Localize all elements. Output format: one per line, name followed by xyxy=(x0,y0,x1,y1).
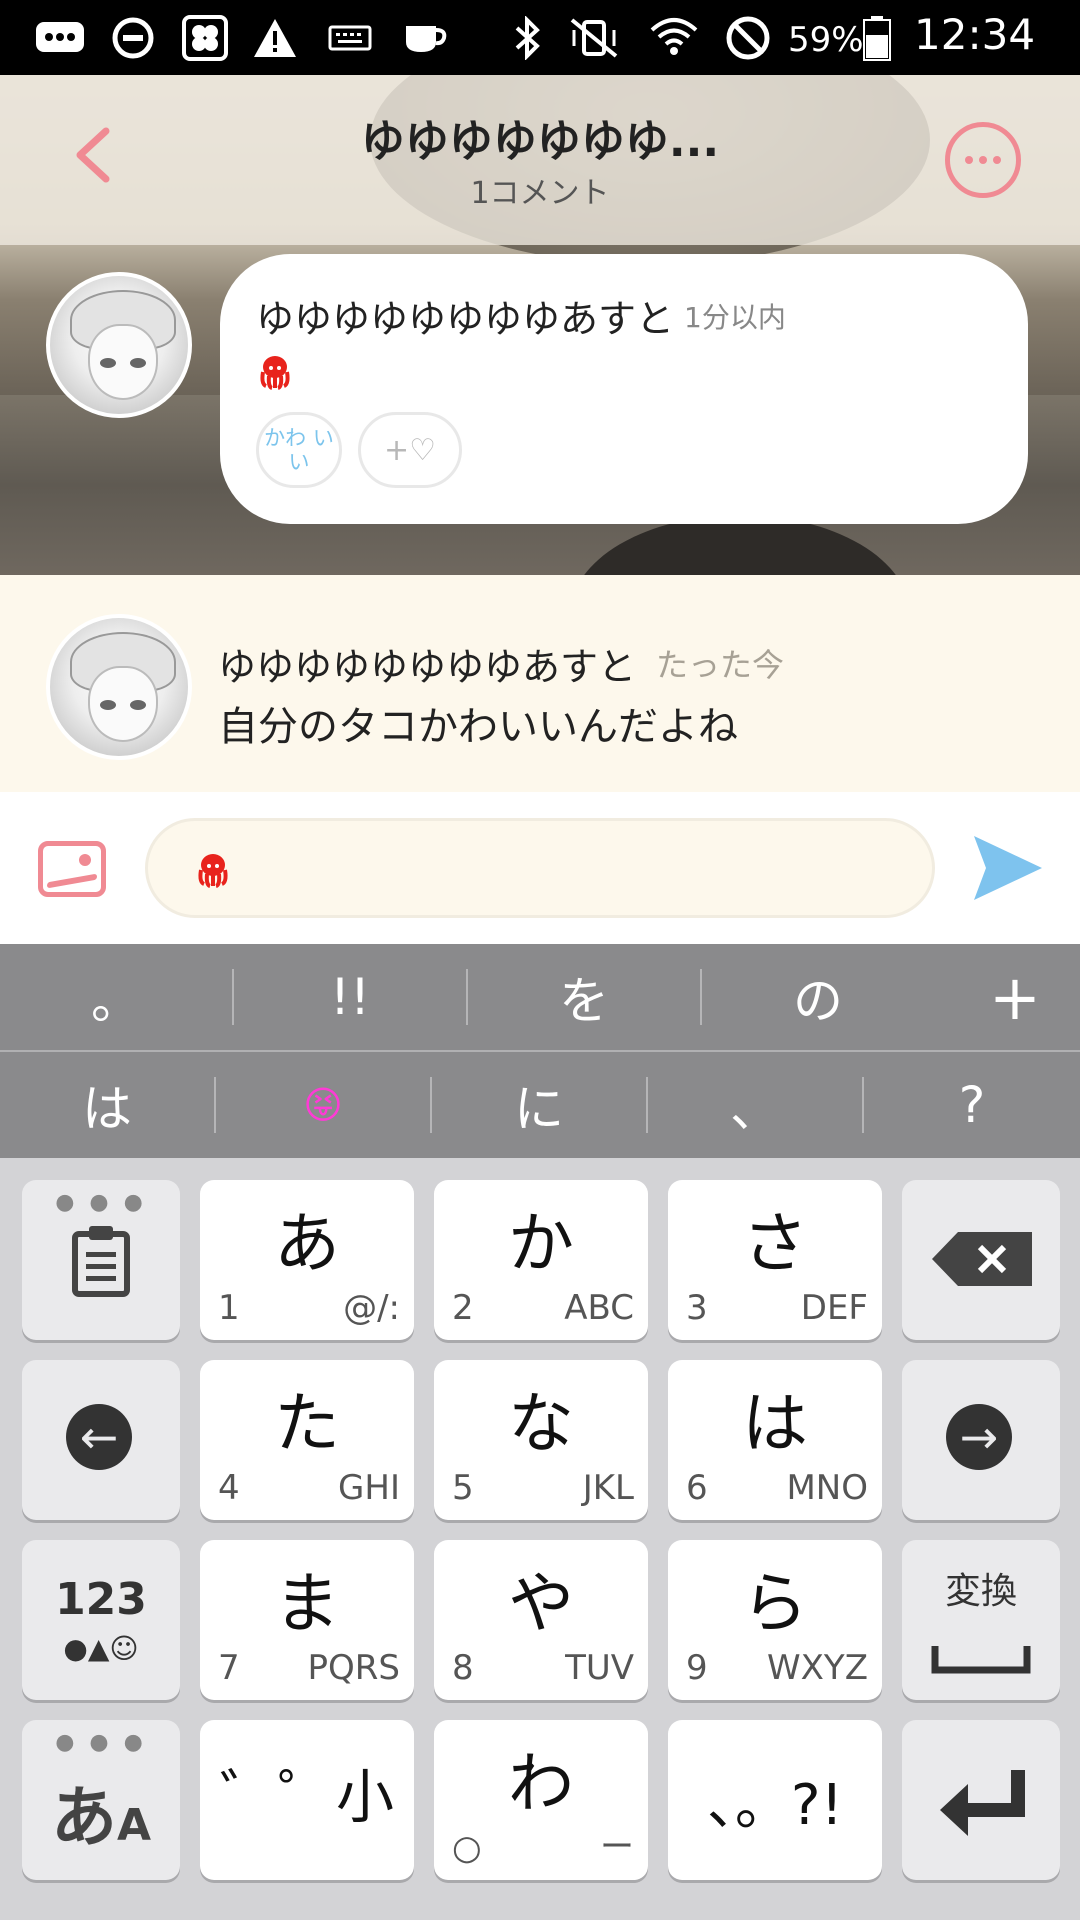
keyboard-icon xyxy=(326,14,374,62)
suggestion-item[interactable]: の xyxy=(702,944,934,1050)
clipboard-icon xyxy=(72,1226,130,1297)
backspace-icon xyxy=(932,1232,1032,1286)
suggestion-item[interactable]: ? xyxy=(864,1052,1080,1158)
warning-icon xyxy=(250,14,300,62)
attach-image-button[interactable] xyxy=(38,841,106,897)
more-dot-icon xyxy=(979,156,987,164)
battery-icon xyxy=(860,14,894,62)
post-author-avatar[interactable] xyxy=(46,272,192,418)
backspace-key[interactable] xyxy=(902,1180,1060,1340)
status-bar: 59% 12:34 xyxy=(0,0,1080,75)
expand-suggestions-button[interactable]: + xyxy=(950,944,1080,1050)
symbols-mode-key[interactable]: 123 ●▲☺ xyxy=(22,1540,180,1700)
suggestion-item[interactable]: は xyxy=(0,1052,214,1158)
more-dot-icon xyxy=(965,156,973,164)
enter-icon xyxy=(940,1770,1025,1836)
comment-timestamp: たった今 xyxy=(656,646,785,684)
comment-author-name[interactable]: ゆゆゆゆゆゆゆゆあすと xyxy=(218,636,636,691)
key-ta[interactable]: た 4 GHI xyxy=(200,1360,414,1520)
suggestion-item[interactable]: 、 xyxy=(648,1052,862,1158)
kawaii-reaction-button[interactable]: かわ いい xyxy=(256,412,342,488)
cursor-left-key[interactable]: ← xyxy=(22,1360,180,1520)
key-na[interactable]: な 5 JKL xyxy=(434,1360,648,1520)
clock: 12:34 xyxy=(914,10,1036,59)
key-ya[interactable]: や 8 TUV xyxy=(434,1540,648,1700)
alpha-mode-label: A xyxy=(116,1800,152,1851)
dakuten-key[interactable]: ゛゜小 xyxy=(200,1720,414,1880)
battery-percent: 59% xyxy=(788,20,864,60)
send-arrow-icon xyxy=(974,836,1042,900)
key-a[interactable]: あ 1 @/: xyxy=(200,1180,414,1340)
punctuation-key[interactable]: 、。?! xyxy=(668,1720,882,1880)
chevron-left-icon xyxy=(76,127,110,183)
convert-space-key[interactable]: 変換 xyxy=(902,1540,1060,1700)
cup-icon xyxy=(400,14,450,62)
more-dot-icon xyxy=(993,156,1001,164)
clover-app-icon xyxy=(178,14,232,62)
do-not-disturb-icon xyxy=(108,14,158,62)
space-icon xyxy=(931,1646,1031,1674)
kana-mode-label: あ xyxy=(50,1779,117,1856)
more-options-button[interactable] xyxy=(945,122,1021,198)
comment-text: 自分のタコかわいいんだよね xyxy=(218,704,738,750)
comment-input[interactable] xyxy=(145,818,935,918)
arrow-left-icon: ← xyxy=(66,1404,132,1470)
octopus-emoji-icon xyxy=(198,854,228,888)
comment-author-avatar[interactable] xyxy=(46,614,192,760)
suggestion-item[interactable]: を xyxy=(468,944,700,1050)
back-button[interactable] xyxy=(70,125,120,185)
key-wa[interactable]: わ ○ ー xyxy=(434,1720,648,1880)
octopus-emoji-icon xyxy=(260,356,290,390)
suggestion-item[interactable]: !! xyxy=(234,944,466,1050)
key-sa[interactable]: さ 3 DEF xyxy=(668,1180,882,1340)
enter-key[interactable] xyxy=(902,1720,1060,1880)
key-ha[interactable]: は 6 MNO xyxy=(668,1360,882,1520)
wifi-icon xyxy=(646,14,702,62)
clipboard-key[interactable]: ● ● ● xyxy=(22,1180,180,1340)
suggestion-item[interactable]: に xyxy=(432,1052,646,1158)
arrow-right-icon: → xyxy=(946,1404,1012,1470)
vibrate-mute-icon xyxy=(566,14,622,62)
cursor-right-key[interactable]: → xyxy=(902,1360,1060,1520)
no-sim-icon xyxy=(722,14,774,62)
key-ma[interactable]: ま 7 PQRS xyxy=(200,1540,414,1700)
messages-icon xyxy=(30,14,90,62)
kana-alpha-toggle-key[interactable]: ● ● ● あA xyxy=(22,1720,180,1880)
key-ra[interactable]: ら 9 WXYZ xyxy=(668,1540,882,1700)
post-timestamp: 1分以内 xyxy=(684,301,786,334)
page-title: ゆゆゆゆゆゆゆ... xyxy=(360,116,720,167)
bluetooth-icon xyxy=(508,14,548,62)
post-author-name[interactable]: ゆゆゆゆゆゆゆゆあすと xyxy=(256,288,674,343)
add-like-button[interactable]: +♡ xyxy=(358,412,462,488)
suggestion-item[interactable]: 😝 xyxy=(216,1052,430,1158)
comment-count: 1コメント xyxy=(470,176,610,211)
image-icon xyxy=(79,854,91,866)
suggestion-item[interactable]: 。 xyxy=(0,944,232,1050)
send-button[interactable] xyxy=(972,834,1044,902)
key-ka[interactable]: か 2 ABC xyxy=(434,1180,648,1340)
